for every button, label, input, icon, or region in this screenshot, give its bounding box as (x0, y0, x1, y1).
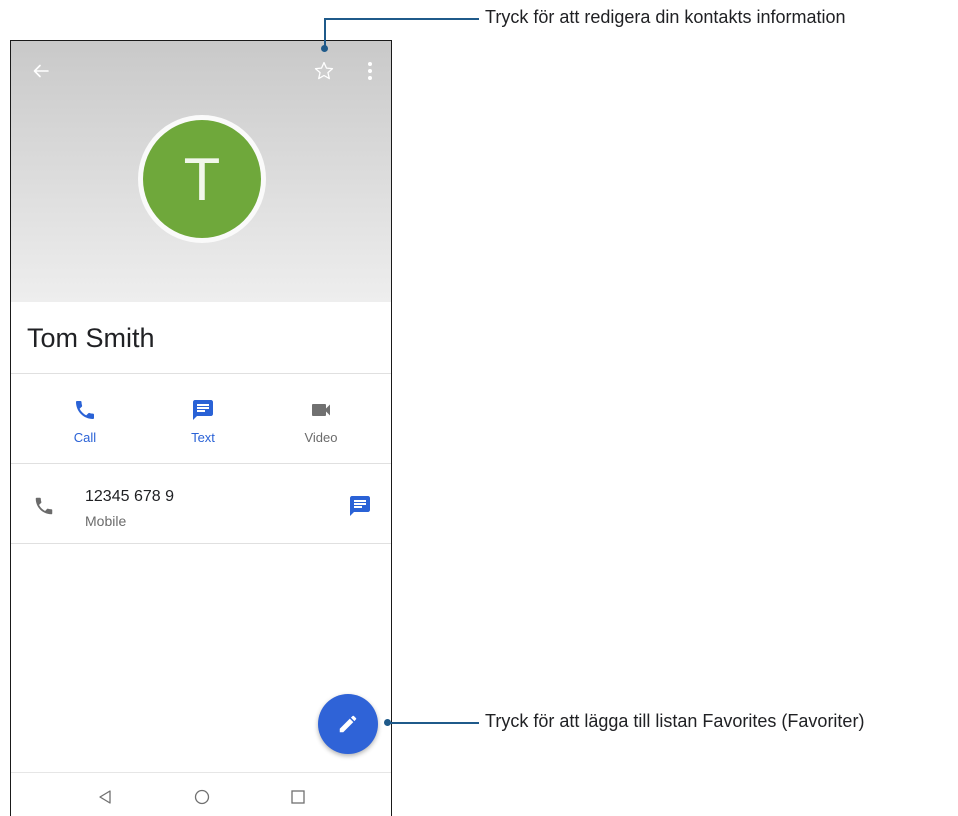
nav-recents-button[interactable] (286, 785, 310, 809)
avatar-ring: T (138, 115, 266, 243)
nav-back-icon (99, 790, 111, 804)
video-icon (312, 404, 330, 416)
video-label: Video (304, 430, 338, 445)
more-options-button[interactable] (356, 57, 384, 85)
text-label: Text (191, 430, 215, 445)
call-label: Call (73, 430, 97, 445)
back-button[interactable] (27, 57, 55, 85)
nav-back-button[interactable] (93, 785, 117, 809)
phone-type: Mobile (85, 513, 127, 529)
more-vert-icon (368, 62, 372, 80)
favorite-button[interactable] (310, 57, 338, 85)
text-action[interactable]: Text (163, 398, 243, 445)
divider (11, 373, 391, 374)
callout-line (388, 722, 479, 724)
phone-icon (33, 495, 55, 522)
phone-icon (76, 401, 94, 419)
callout-line (324, 18, 479, 20)
video-action[interactable]: Video (281, 398, 361, 445)
contact-header: T (11, 41, 391, 302)
nav-home-icon (194, 789, 210, 805)
contact-name: Tom Smith (27, 323, 155, 353)
call-action[interactable]: Call (45, 398, 125, 445)
edit-pencil-icon (339, 715, 357, 733)
callout-top-text: Tryck för att redigera din kontakts info… (485, 7, 846, 27)
callout-bottom-text: Tryck för att lägga till listan Favorite… (485, 711, 865, 731)
arrow-back-icon (33, 64, 49, 78)
message-icon (193, 400, 213, 420)
callout-dot (321, 45, 328, 52)
edit-contact-fab[interactable] (318, 694, 378, 754)
message-icon (350, 496, 370, 516)
contact-detail-screen: T Tom Smith Call Text Video 12345 678 9 … (10, 40, 392, 816)
star-outline-icon (314, 61, 334, 80)
navigation-bar (11, 772, 391, 816)
nav-recents-icon (291, 790, 305, 804)
send-message-button[interactable] (345, 491, 375, 521)
nav-home-button[interactable] (190, 785, 214, 809)
avatar: T (143, 120, 261, 238)
divider (11, 543, 391, 544)
phone-number[interactable]: 12345 678 9 (85, 488, 174, 506)
divider (11, 463, 391, 464)
